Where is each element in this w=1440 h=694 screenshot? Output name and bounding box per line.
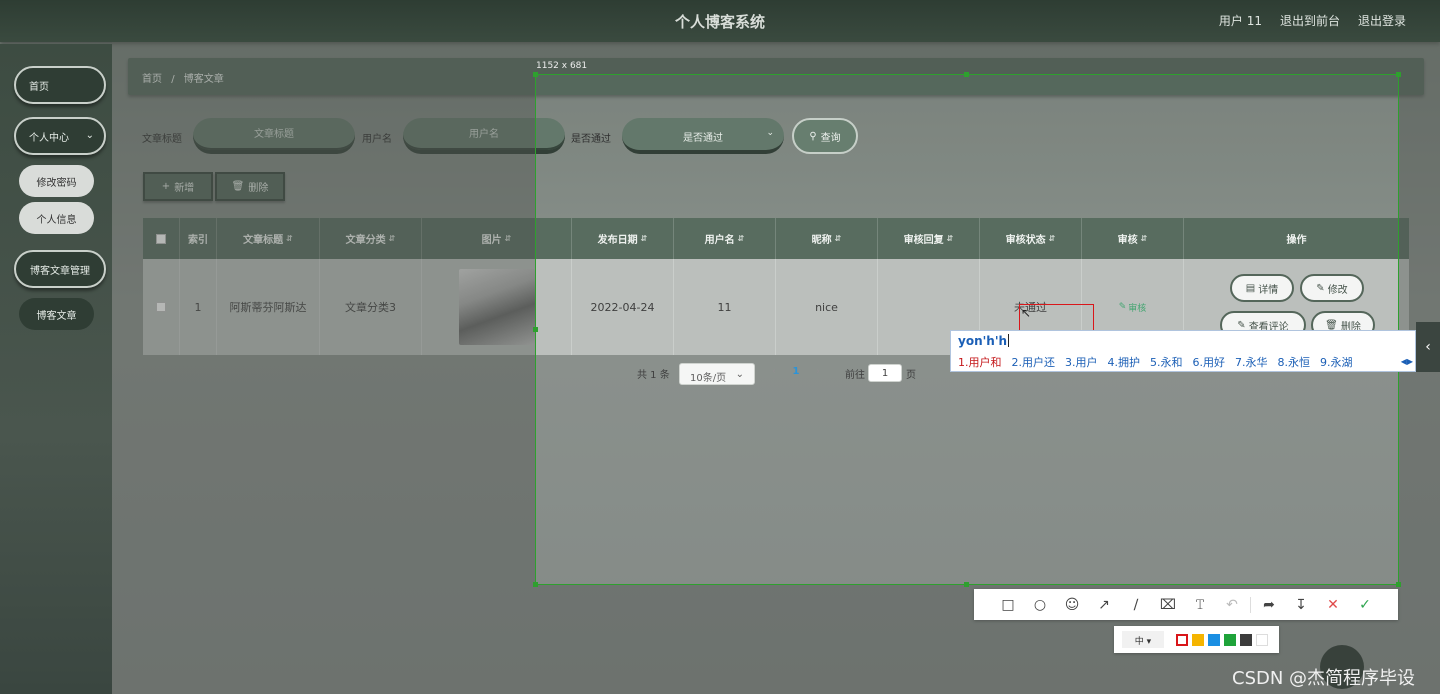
color-swatch-white[interactable] (1256, 633, 1268, 646)
sidebar-item-label: 博客文章 (36, 310, 77, 322)
sidebar-item-blog-manage[interactable]: 博客文章管理 (14, 250, 106, 288)
sidebar-item-blog-article[interactable]: 博客文章 (19, 298, 94, 330)
rectangle-tool-icon[interactable]: □ (992, 589, 1024, 620)
sidebar-item-label: 修改密码 (36, 177, 77, 189)
selection-dimensions: 1152 x 681 (536, 61, 588, 71)
resize-handle[interactable] (533, 582, 538, 587)
sidebar-item-personal-center[interactable]: 个人中心 ⌄ (14, 117, 106, 155)
sidebar-item-change-password[interactable]: 修改密码 (19, 165, 94, 197)
resize-handle[interactable] (1396, 582, 1401, 587)
cursor-icon: ↖ (1021, 306, 1032, 320)
current-user-label[interactable]: 用户 11 (1219, 12, 1262, 29)
pen-tool-icon[interactable]: ∕ (1120, 589, 1152, 620)
collapse-panel-chevron-left-icon[interactable]: ‹ (1416, 322, 1440, 372)
screenshot-dim-right (1399, 74, 1440, 694)
color-swatch-yellow[interactable] (1192, 633, 1204, 646)
confirm-icon[interactable]: ✓ (1349, 589, 1381, 620)
ime-candidate[interactable]: 2.用户还 (1012, 354, 1056, 370)
text-tool-icon[interactable]: 𝚃 (1184, 589, 1216, 620)
sidebar-item-label: 个人信息 (36, 214, 77, 226)
screenshot-dim-top (112, 42, 1440, 74)
ime-composition: yon'h'h (958, 334, 1008, 348)
top-bar: 个人博客系统 用户 11 退出到前台 退出登录 (0, 0, 1440, 42)
resize-handle[interactable] (533, 327, 538, 332)
watermark-text: CSDN @杰简程序毕设 (1232, 668, 1416, 689)
ime-candidate[interactable]: 6.用好 (1193, 354, 1226, 370)
ime-candidate[interactable]: 3.用户 (1065, 354, 1098, 370)
logout-link[interactable]: 退出登录 (1358, 12, 1406, 29)
ime-candidate[interactable]: 5.永和 (1150, 354, 1183, 370)
top-bar-links: 用户 11 退出到前台 退出登录 (1219, 12, 1406, 29)
ime-candidate[interactable]: 7.永华 (1235, 354, 1268, 370)
sidebar-item-label: 博客文章管理 (30, 265, 90, 277)
stroke-size-select[interactable]: 中 ▾ (1122, 631, 1164, 648)
cancel-icon[interactable]: ✕ (1317, 589, 1349, 620)
resize-handle[interactable] (964, 582, 969, 587)
color-swatch-dark[interactable] (1240, 633, 1252, 646)
ellipse-tool-icon[interactable]: ○ (1024, 589, 1056, 620)
color-swatch-red[interactable] (1176, 633, 1188, 646)
undo-icon[interactable]: ↶ (1216, 589, 1248, 620)
ime-candidate[interactable]: 8.永恒 (1278, 354, 1311, 370)
sidebar-item-label: 首页 (29, 81, 49, 93)
annotation-style-bar: 中 ▾ (1114, 626, 1279, 653)
sidebar-item-label: 个人中心 (29, 132, 69, 144)
sidebar-item-home[interactable]: 首页 (14, 66, 106, 104)
ime-candidate[interactable]: 1.用户和 (958, 354, 1002, 370)
ime-page-arrows-icon[interactable]: ◀▶ (1401, 357, 1413, 366)
share-icon[interactable]: ➦ (1253, 589, 1285, 620)
ime-candidate[interactable]: 4.拥护 (1108, 354, 1141, 370)
ime-candidate-window: yon'h'h 1.用户和 2.用户还 3.用户 4.拥护 5.永和 6.用好 … (950, 330, 1416, 372)
download-icon[interactable]: ↧ (1285, 589, 1317, 620)
screenshot-dim-left (112, 74, 535, 694)
color-swatch-green[interactable] (1224, 633, 1236, 646)
sidebar-item-personal-info[interactable]: 个人信息 (19, 202, 94, 234)
ime-candidate[interactable]: 9.永湖 (1320, 354, 1353, 370)
resize-handle[interactable] (1396, 72, 1401, 77)
mosaic-tool-icon[interactable]: ⌧ (1152, 589, 1184, 620)
ime-candidate-list: 1.用户和 2.用户还 3.用户 4.拥护 5.永和 6.用好 7.永华 8.永… (958, 354, 1353, 370)
toolbar-divider (1250, 596, 1251, 613)
color-swatch-blue[interactable] (1208, 633, 1220, 646)
exit-to-front-link[interactable]: 退出到前台 (1280, 12, 1340, 29)
resize-handle[interactable] (964, 72, 969, 77)
screenshot-toolbar: □ ○ ☺ ↗ ∕ ⌧ 𝚃 ↶ ➦ ↧ ✕ ✓ (974, 589, 1398, 620)
emoji-tool-icon[interactable]: ☺ (1056, 589, 1088, 620)
chevron-down-icon: ⌄ (85, 130, 94, 141)
resize-handle[interactable] (533, 72, 538, 77)
sidebar: 首页 个人中心 ⌄ 修改密码 个人信息 博客文章管理 博客文章 (0, 44, 112, 694)
arrow-tool-icon[interactable]: ↗ (1088, 589, 1120, 620)
